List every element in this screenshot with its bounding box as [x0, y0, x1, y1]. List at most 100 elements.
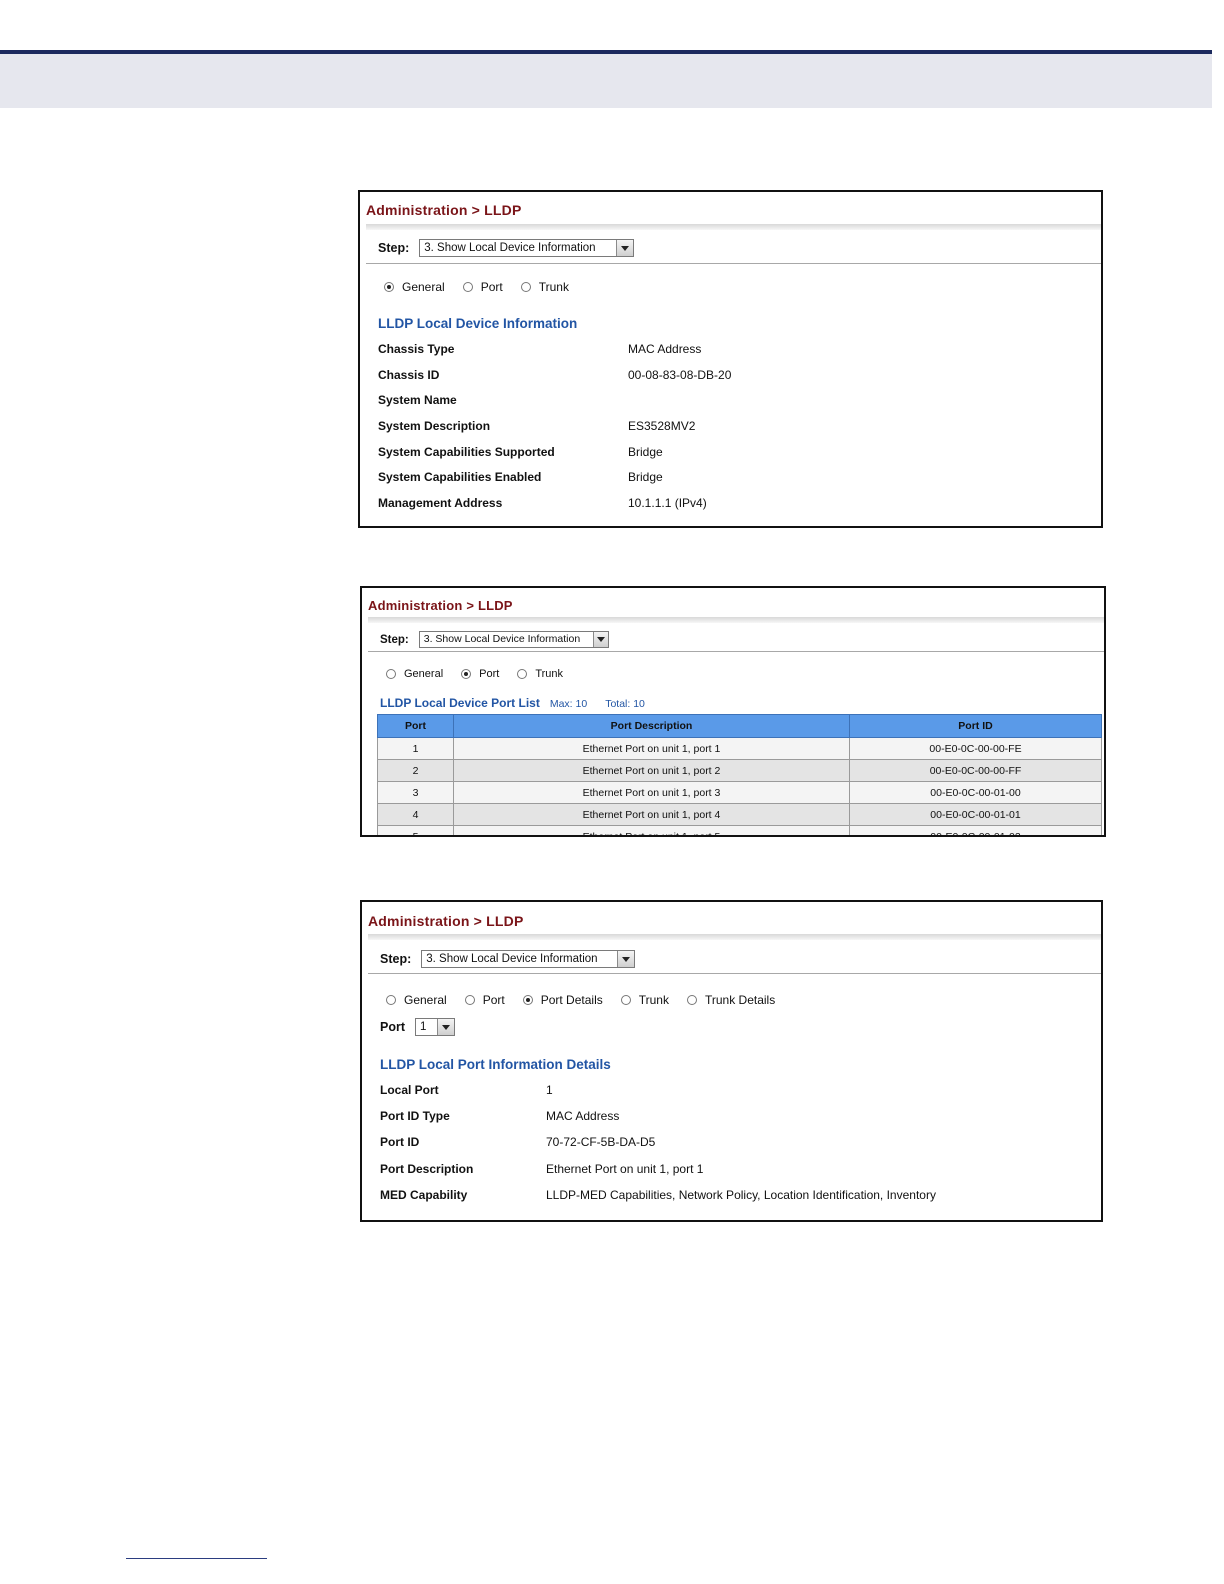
field-value: ES3528MV2 — [628, 418, 696, 433]
step-divider — [368, 973, 1101, 974]
field-label: Chassis ID — [378, 367, 440, 382]
chevron-down-icon[interactable] — [617, 951, 635, 967]
title-divider — [368, 617, 1104, 623]
radio-unselected-icon[interactable] — [686, 995, 697, 1005]
radio-label: Port Details — [540, 993, 603, 1007]
step-divider — [366, 263, 1101, 264]
info-row-port-description: Port Description Ethernet Port on unit 1,… — [380, 1156, 936, 1182]
radio-port[interactable]: Port — [461, 668, 499, 680]
radio-selected-icon[interactable] — [522, 995, 533, 1005]
field-label: System Capabilities Enabled — [378, 470, 542, 485]
step-row: Step: 3. Show Local Device Information — [380, 631, 609, 648]
cell-port-description: Ethernet Port on unit 1, port 1 — [453, 737, 850, 760]
field-value: MAC Address — [546, 1109, 620, 1124]
radio-label: Trunk — [538, 280, 569, 294]
radio-label: General — [402, 280, 445, 294]
max-count: Max: 10 — [549, 698, 588, 710]
chevron-down-icon[interactable] — [437, 1019, 454, 1035]
radio-label: Trunk Details — [704, 993, 776, 1007]
info-row-med-capability: MED Capability LLDP-MED Capabilities, Net… — [380, 1182, 936, 1208]
radio-trunk[interactable]: Trunk — [517, 668, 563, 680]
info-row-chassis-type: Chassis Type MAC Address — [378, 336, 731, 362]
step-label: Step: — [380, 633, 409, 646]
table-row[interactable]: 1 Ethernet Port on unit 1, port 1 00-E0-0C… — [377, 737, 1102, 760]
step-select[interactable]: 3. Show Local Device Information — [418, 631, 609, 648]
chevron-down-icon[interactable] — [616, 240, 634, 256]
radio-trunk[interactable]: Trunk — [620, 993, 669, 1007]
field-value: Ethernet Port on unit 1, port 1 — [546, 1161, 704, 1176]
port-select-value: 1 — [420, 1021, 427, 1033]
port-details-list: Local Port 1 Port ID Type MAC Address Port… — [380, 1077, 936, 1208]
radio-selected-icon[interactable] — [384, 282, 394, 292]
step-select[interactable]: 3. Show Local Device Information — [419, 239, 635, 257]
radio-unselected-icon[interactable] — [464, 995, 475, 1005]
port-select-row: Port 1 — [380, 1018, 455, 1036]
radio-general[interactable]: General — [386, 993, 447, 1007]
step-row: Step: 3. Show Local Device Information — [378, 239, 635, 257]
radio-general[interactable]: General — [384, 280, 445, 294]
step-label: Step: — [380, 952, 412, 966]
field-value: 00-08-83-08-DB-20 — [628, 367, 732, 382]
radio-unselected-icon[interactable] — [517, 669, 528, 679]
radio-unselected-icon[interactable] — [386, 669, 396, 679]
port-list-table: Port Port Description Port ID 1 Ethernet … — [377, 714, 1102, 835]
radio-label: General — [404, 993, 447, 1007]
radio-trunk[interactable]: Trunk — [520, 280, 569, 294]
radio-label: Trunk — [535, 668, 564, 680]
table-row[interactable]: 4 Ethernet Port on unit 1, port 4 00-E0-0C… — [377, 803, 1102, 826]
table-row[interactable]: 5 Ethernet Port on unit 1, port 5 00-E0-0C… — [377, 825, 1102, 835]
cell-port-description: Ethernet Port on unit 1, port 4 — [453, 803, 850, 826]
column-header-port-id[interactable]: Port ID — [849, 714, 1102, 738]
title-divider — [366, 224, 1101, 230]
cell-port-description: Ethernet Port on unit 1, port 2 — [453, 759, 850, 782]
radio-unselected-icon[interactable] — [620, 995, 631, 1005]
field-value: LLDP-MED Capabilities, Network Policy, L… — [546, 1187, 936, 1202]
radio-port-details[interactable]: Port Details — [522, 993, 603, 1007]
page-title: Administration > LLDP — [368, 598, 513, 613]
view-radio-group: General Port Trunk — [384, 280, 587, 294]
radio-unselected-icon[interactable] — [386, 995, 396, 1005]
radio-selected-icon[interactable] — [461, 669, 472, 679]
title-divider — [368, 934, 1101, 940]
radio-unselected-icon[interactable] — [462, 282, 473, 292]
cell-port-description: Ethernet Port on unit 1, port 5 — [453, 825, 850, 835]
port-select[interactable]: 1 — [415, 1018, 455, 1036]
radio-trunk-details[interactable]: Trunk Details — [686, 993, 776, 1007]
radio-label: Port — [480, 280, 503, 294]
chevron-down-icon[interactable] — [592, 632, 608, 647]
field-label: System Name — [378, 393, 457, 408]
radio-label: Port — [479, 668, 500, 680]
field-label: System Capabilities Supported — [378, 444, 555, 459]
radio-unselected-icon[interactable] — [520, 282, 531, 292]
cell-port-id: 00-E0-0C-00-01-01 — [849, 803, 1102, 826]
view-radio-group: General Port Trunk — [386, 668, 581, 680]
page-title: Administration > LLDP — [368, 913, 524, 929]
field-value: MAC Address — [628, 341, 702, 356]
header-band — [0, 54, 1212, 108]
table-header-row: Port Port Description Port ID — [377, 714, 1102, 738]
radio-general[interactable]: General — [386, 668, 443, 680]
table-row[interactable]: 2 Ethernet Port on unit 1, port 2 00-E0-0C… — [377, 759, 1102, 782]
field-value: 10.1.1.1 (IPv4) — [628, 495, 707, 510]
column-header-port[interactable]: Port — [377, 714, 454, 738]
step-select[interactable]: 3. Show Local Device Information — [421, 950, 636, 968]
info-row-capabilities-enabled: System Capabilities Enabled Bridge — [378, 464, 731, 490]
footer-rule — [126, 1558, 267, 1559]
section-title-text: LLDP Local Device Port List — [380, 696, 540, 710]
info-row-capabilities-supported: System Capabilities Supported Bridge — [378, 439, 731, 465]
lldp-general-panel: Administration > LLDP Step: 3. Show Loca… — [358, 190, 1103, 528]
field-label: Port ID — [380, 1135, 420, 1150]
field-label: Port Description — [380, 1161, 474, 1176]
step-select-value: 3. Show Local Device Information — [426, 953, 598, 965]
column-header-port-description[interactable]: Port Description — [453, 714, 850, 738]
field-label: System Description — [378, 418, 491, 433]
info-row-port-id-type: Port ID Type MAC Address — [380, 1103, 936, 1129]
lldp-port-details-panel: Administration > LLDP Step: 3. Show Loca… — [360, 900, 1103, 1222]
field-value: Bridge — [628, 470, 663, 485]
cell-port-id: 00-E0-0C-00-00-FE — [849, 737, 1102, 760]
view-radio-group: General Port Port Details Trunk Trunk De… — [386, 993, 793, 1007]
page-title: Administration > LLDP — [366, 202, 522, 218]
table-row[interactable]: 3 Ethernet Port on unit 1, port 3 00-E0-0C… — [377, 781, 1102, 804]
radio-port[interactable]: Port — [462, 280, 503, 294]
radio-port[interactable]: Port — [464, 993, 505, 1007]
